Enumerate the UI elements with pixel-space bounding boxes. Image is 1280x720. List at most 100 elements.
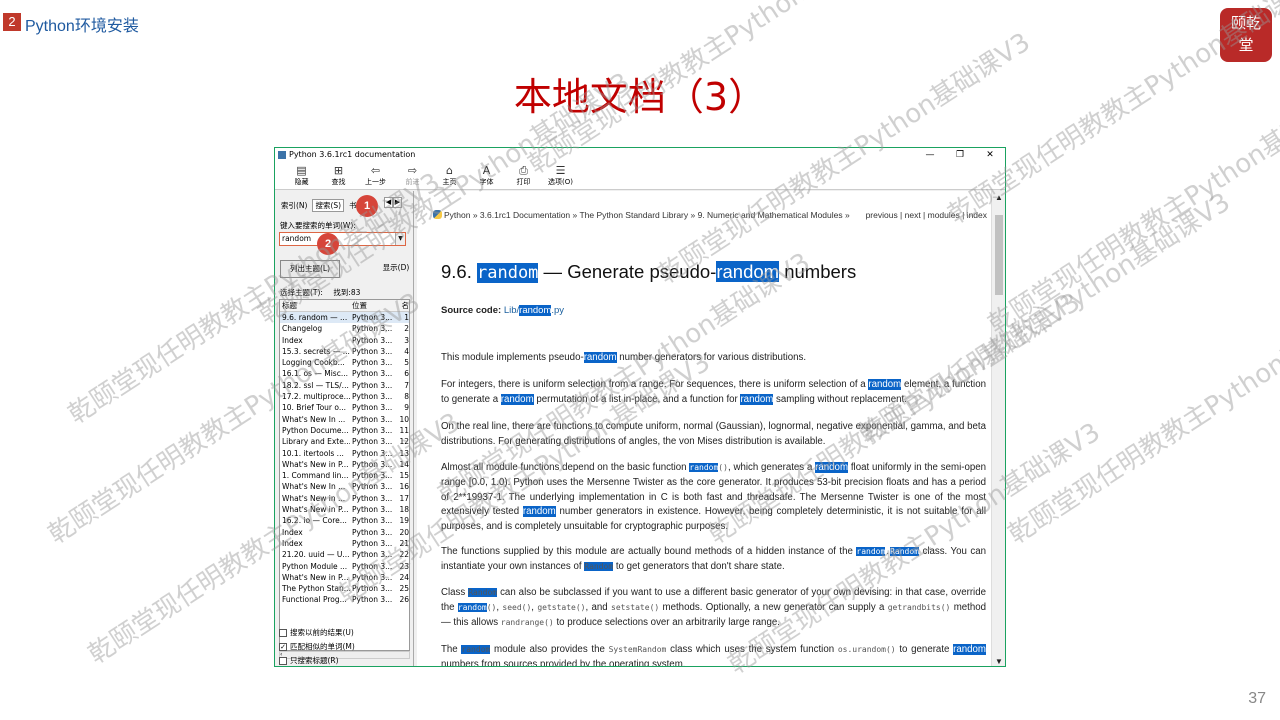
scroll-up-icon[interactable]: ▲ [992,193,1005,202]
match-similar-checkbox[interactable]: ✓ 匹配相似的单词(M) [279,641,355,652]
search-previous-checkbox[interactable]: 搜索以前的结果(U) [279,627,354,638]
table-row[interactable]: Logging Cookb... Python 3... 5 [280,357,409,368]
keyword-label: 键入要搜索的单词(W): [280,221,356,230]
found-count: 找到:83 [333,288,361,297]
table-row[interactable]: What's New in P... Python 3... 24 [280,572,409,583]
tab-search[interactable]: 搜索(S) [312,199,345,212]
display-button[interactable]: 显示(D) [379,260,413,278]
table-row[interactable]: 1. Command lin... Python 3... 15 [280,470,409,481]
table-row[interactable]: 9.6. random — ... Python 3... 1 [280,312,409,324]
restore-icon[interactable]: ❐ [945,148,975,162]
logo-seal: 颐乾堂 [1220,8,1272,62]
close-icon[interactable]: ✕ [975,148,1005,162]
row-location: Python 3... [352,584,393,594]
row-title: What's New in ... [282,493,346,503]
row-location: Python 3... [352,482,393,492]
table-row[interactable]: Python Docume... Python 3... 11 [280,425,409,436]
table-row[interactable]: 17.2. multiproce... Python 3... 8 [280,391,409,402]
row-rank: 20 [399,527,409,537]
back-button[interactable]: ⇦ 上一步 [357,162,394,189]
table-row[interactable]: 10.1. itertools ... Python 3... 13 [280,448,409,459]
source-link[interactable]: Lib/random.py [504,305,564,316]
tab-scroll-left-icon[interactable]: ◀ [384,197,393,208]
window-titlebar: Python 3.6.1rc1 documentation — ❐ ✕ [275,148,1005,162]
table-row[interactable]: What's New In ... Python 3... 10 [280,414,409,425]
table-row[interactable]: 10. Brief Tour o... Python 3... 9 [280,402,409,413]
table-row[interactable]: Functional Prog... Python 3... 26 [280,594,409,605]
forward-button[interactable]: ⇨ 前进 [394,162,431,189]
table-row[interactable]: 16.2. io — Core... Python 3... 19 [280,515,409,526]
row-location: Python 3... [352,403,393,413]
checkbox-label: 匹配相似的单词(M) [290,642,355,651]
row-rank: 25 [399,584,409,594]
vertical-scrollbar[interactable]: ▲ ▼ [991,191,1005,666]
table-row[interactable]: Index Python 3... 3 [280,335,409,346]
print-button[interactable]: ⎙ 打印 [505,162,542,189]
table-row[interactable]: 18.2. ssl — TLS/... Python 3... 7 [280,380,409,391]
row-location: Python 3... [352,448,393,458]
tab-index[interactable]: 索引(N) [281,200,307,211]
row-location: Python 3... [352,425,393,435]
content-pane: Python » 3.6.1rc1 Documentation » The Py… [417,191,1005,666]
column-location[interactable]: 位置 [350,300,397,311]
row-location: Python 3... [352,392,393,402]
row-title: Python Docume... [282,425,349,435]
locate-button[interactable]: ⊞ 查找 [320,162,357,189]
keyword-input[interactable]: random ▼ [279,232,406,246]
list-topics-button[interactable]: 列出主题(L) [280,260,340,278]
font-button[interactable]: A 字体 [468,162,505,189]
tab-scroll-right-icon[interactable]: ▶ [393,197,402,208]
source-link-pre: Lib/ [503,305,520,316]
scroll-thumb[interactable] [995,215,1003,295]
row-rank: 8 [404,392,409,402]
row-rank: 18 [399,505,409,515]
table-row[interactable]: Index Python 3... 21 [280,538,409,549]
table-row[interactable]: What's New in P... Python 3... 18 [280,504,409,515]
table-row[interactable]: What's New in P... Python 3... 14 [280,459,409,470]
breadcrumb-text[interactable]: Python » 3.6.1rc1 Documentation » The Py… [444,210,850,220]
table-row[interactable]: 15.3. secrets — ... Python 3... 4 [280,346,409,357]
app-icon [278,151,286,159]
row-title: The Python Stan... [282,584,350,594]
column-rank[interactable]: 名 [397,300,410,311]
row-title: 21.20. uuid — U... [282,550,350,560]
row-rank: 9 [404,403,409,413]
keyword-value: random [282,234,312,243]
row-location: Python 3... [352,471,393,481]
row-location: Python 3... [352,414,393,424]
font-icon: A [482,164,491,177]
table-row[interactable]: Index Python 3... 20 [280,527,409,538]
select-topic-label: 选择主题(T): 找到:83 [280,287,360,298]
dropdown-arrow-icon[interactable]: ▼ [395,233,405,245]
nav-links[interactable]: previous | next | modules | index [866,206,987,224]
row-location: Python 3... [352,369,393,379]
options-button[interactable]: ☰ 选项(O) [542,162,579,189]
scroll-down-icon[interactable]: ▼ [992,657,1005,666]
step-badge-2: 2 [317,233,339,255]
hide-button[interactable]: ▤ 隐藏 [283,162,320,189]
titles-only-checkbox[interactable]: 只搜索标题(R) [279,655,339,666]
column-title[interactable]: 标题 [280,300,350,311]
row-title: Index [282,335,303,345]
row-title: 10.1. itertools ... [282,448,344,458]
page-heading: 9.6. random — Generate pseudo-random num… [441,261,856,283]
navigation-pane: 索引(N) 搜索(S) 书 ◀ ▶ 1 键入要搜索的单词(W): random … [275,191,414,666]
row-location: Python 3... [352,335,393,345]
table-row[interactable]: The Python Stan... Python 3... 25 [280,583,409,594]
table-row[interactable]: Python Module ... Python 3... 23 [280,561,409,572]
checkbox-label: 只搜索标题(R) [290,656,339,665]
minimize-icon[interactable]: — [915,148,945,162]
table-row[interactable]: 16.1. os — Misc... Python 3... 6 [280,368,409,379]
home-button[interactable]: ⌂ 主页 [431,162,468,189]
table-row[interactable]: 21.20. uuid — U... Python 3... 22 [280,549,409,560]
forward-label: 前进 [405,178,420,186]
row-title: What's New in P... [282,505,349,515]
table-row[interactable]: What's New In ... Python 3... 16 [280,481,409,492]
row-rank: 24 [399,572,409,582]
table-row[interactable]: Library and Exte... Python 3... 12 [280,436,409,447]
row-location: Python 3... [352,437,393,447]
table-row[interactable]: What's New in ... Python 3... 17 [280,493,409,504]
source-code-line: Source code: Lib/random.py [441,305,564,316]
table-row[interactable]: Changelog Python 3... 2 [280,323,409,334]
hide-icon: ▤ [296,164,307,177]
